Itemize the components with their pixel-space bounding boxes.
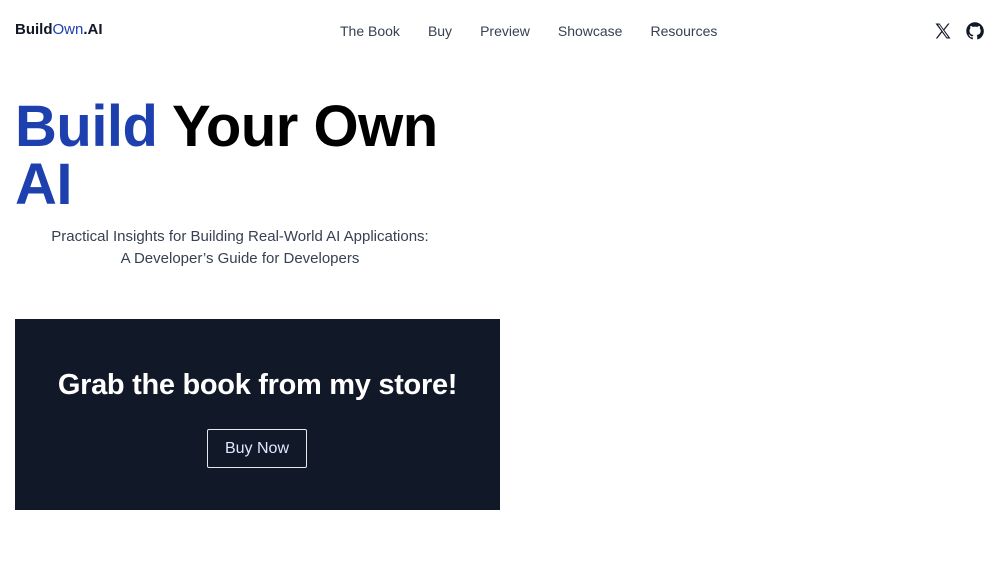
store-title: Grab the book from my store! bbox=[57, 369, 458, 401]
nav-link-preview[interactable]: Preview bbox=[480, 23, 530, 39]
hero-subtitle: Practical Insights for Building Real-Wor… bbox=[15, 226, 465, 270]
main-nav: The Book Buy Preview Showcase Resources bbox=[340, 23, 745, 39]
logo-part-build: Build bbox=[15, 21, 53, 38]
hero-title-build: Build bbox=[15, 94, 158, 159]
buy-now-button[interactable]: Buy Now bbox=[207, 429, 307, 468]
site-logo[interactable]: BuildOwn.AI bbox=[15, 21, 103, 38]
logo-part-ai: .AI bbox=[83, 21, 103, 38]
x-twitter-icon[interactable] bbox=[933, 21, 953, 41]
hero-subtitle-line2: A Developer’s Guide for Developers bbox=[120, 250, 360, 267]
store-panel: Grab the book from my store! Buy Now bbox=[15, 319, 500, 510]
site-header: BuildOwn.AI The Book Buy Preview Showcas… bbox=[0, 0, 1000, 62]
logo-part-own: Own bbox=[52, 21, 84, 38]
social-links bbox=[933, 21, 985, 41]
hero-title-ai: AI bbox=[15, 152, 73, 217]
nav-link-the-book[interactable]: The Book bbox=[340, 23, 400, 39]
hero-title-your-own: Your Own bbox=[157, 94, 438, 159]
nav-link-showcase[interactable]: Showcase bbox=[558, 23, 623, 39]
hero-title: Build Your Own AI bbox=[15, 98, 485, 214]
github-icon[interactable] bbox=[965, 21, 985, 41]
hero-subtitle-line1: Practical Insights for Building Real-Wor… bbox=[51, 228, 429, 245]
nav-link-buy[interactable]: Buy bbox=[428, 23, 452, 39]
nav-link-resources[interactable]: Resources bbox=[650, 23, 717, 39]
